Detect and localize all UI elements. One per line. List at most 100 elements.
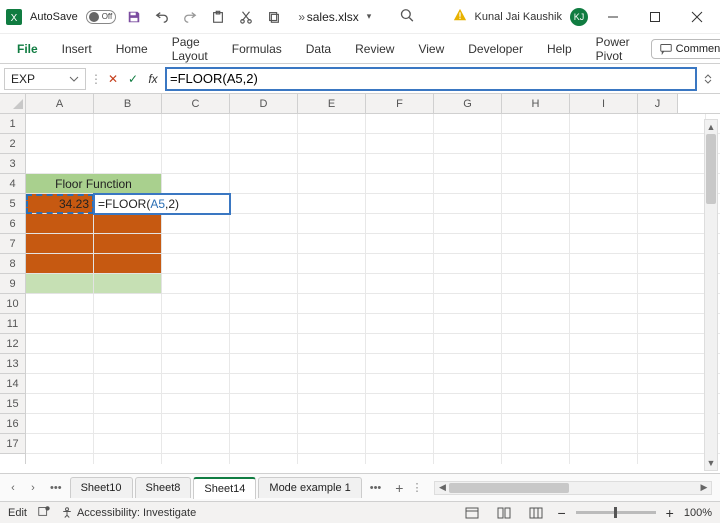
accept-edit-button[interactable]: ✓ [124, 70, 142, 88]
fx-grip-icon[interactable]: ⋮ [90, 72, 102, 86]
row-header[interactable]: 17 [0, 434, 25, 454]
col-header[interactable]: A [26, 94, 94, 113]
zoom-in-button[interactable]: + [666, 505, 674, 521]
row-header[interactable]: 1 [0, 114, 25, 134]
cell-a5[interactable]: 34.23 [26, 194, 94, 214]
col-header[interactable]: D [230, 94, 298, 113]
scroll-right-icon[interactable]: ▶ [697, 482, 711, 494]
avatar[interactable]: KJ [570, 8, 588, 26]
col-header[interactable]: B [94, 94, 162, 113]
tab-developer[interactable]: Developer [459, 38, 532, 60]
tab-power-pivot[interactable]: Power Pivot [587, 31, 639, 67]
col-header[interactable]: H [502, 94, 570, 113]
scroll-down-icon[interactable]: ▼ [705, 456, 717, 470]
cell-b8[interactable] [94, 254, 162, 274]
row-header[interactable]: 15 [0, 394, 25, 414]
tab-home[interactable]: Home [107, 38, 157, 60]
fx-icon[interactable]: fx [144, 70, 162, 88]
scroll-left-icon[interactable]: ◀ [435, 482, 449, 494]
cell-a6[interactable] [26, 214, 94, 234]
filename-dropdown-icon[interactable]: ▾ [367, 11, 372, 22]
warning-icon[interactable] [453, 8, 467, 25]
row-header[interactable]: 8 [0, 254, 25, 274]
tab-data[interactable]: Data [297, 38, 340, 60]
cell-b5-editing[interactable]: =FLOOR(A5,2) [94, 194, 230, 214]
cut-icon[interactable] [236, 7, 256, 27]
cell-b9[interactable] [94, 274, 162, 294]
tab-formulas[interactable]: Formulas [223, 38, 291, 60]
expand-formula-bar-icon[interactable] [700, 74, 716, 84]
cell-b6[interactable] [94, 214, 162, 234]
cell-a9[interactable] [26, 274, 94, 294]
redo-icon[interactable] [180, 7, 200, 27]
col-header[interactable]: I [570, 94, 638, 113]
row-header[interactable]: 4 [0, 174, 25, 194]
row-header[interactable]: 14 [0, 374, 25, 394]
cell-a7[interactable] [26, 234, 94, 254]
row-header[interactable]: 10 [0, 294, 25, 314]
view-page-break-icon[interactable] [525, 505, 547, 521]
sheet-trailing-more[interactable]: ••• [364, 482, 388, 494]
account-name[interactable]: Kunal Jai Kaushik [475, 11, 562, 23]
scroll-thumb[interactable] [706, 134, 716, 204]
cell-a8[interactable] [26, 254, 94, 274]
cell-b7[interactable] [94, 234, 162, 254]
col-header[interactable]: E [298, 94, 366, 113]
row-header[interactable]: 13 [0, 354, 25, 374]
sheet-nav-more[interactable]: ••• [44, 482, 68, 494]
row-header[interactable]: 16 [0, 414, 25, 434]
minimize-button[interactable] [596, 3, 630, 31]
zoom-slider[interactable] [576, 511, 656, 514]
row-header[interactable]: 12 [0, 334, 25, 354]
cancel-edit-button[interactable]: ✕ [104, 70, 122, 88]
macro-record-icon[interactable] [37, 504, 51, 521]
sheet-nav-prev[interactable]: ‹ [4, 482, 22, 494]
row-header[interactable]: 5 [0, 194, 25, 214]
tab-help[interactable]: Help [538, 38, 581, 60]
col-header[interactable]: J [638, 94, 678, 113]
tab-review[interactable]: Review [346, 38, 403, 60]
maximize-button[interactable] [638, 3, 672, 31]
formula-input[interactable] [166, 68, 696, 90]
name-box[interactable]: EXP [4, 68, 86, 90]
col-header[interactable]: G [434, 94, 502, 113]
vertical-scrollbar[interactable]: ▲ ▼ [704, 119, 718, 471]
row-header[interactable]: 3 [0, 154, 25, 174]
select-all-corner[interactable] [0, 94, 25, 114]
row-header[interactable]: 11 [0, 314, 25, 334]
search-icon[interactable] [399, 8, 413, 25]
undo-icon[interactable] [152, 7, 172, 27]
autosave-toggle[interactable]: Off [86, 10, 116, 24]
copy-icon[interactable] [264, 7, 284, 27]
col-header[interactable]: C [162, 94, 230, 113]
sheet-tab[interactable]: Sheet8 [135, 477, 192, 498]
close-button[interactable] [680, 3, 714, 31]
tab-page-layout[interactable]: Page Layout [163, 31, 217, 67]
row-header[interactable]: 9 [0, 274, 25, 294]
grid-body[interactable]: A B C D E F G H I J Floor Function 34.23… [26, 94, 720, 464]
sheet-nav-next[interactable]: › [24, 482, 42, 494]
sheet-tab[interactable]: Sheet10 [70, 477, 133, 498]
view-normal-icon[interactable] [461, 505, 483, 521]
col-header[interactable]: F [366, 94, 434, 113]
paste-icon[interactable] [208, 7, 228, 27]
view-page-layout-icon[interactable] [493, 505, 515, 521]
add-sheet-button[interactable]: + [389, 480, 409, 496]
filename[interactable]: sales.xlsx [307, 10, 359, 24]
scroll-up-icon[interactable]: ▲ [705, 120, 717, 134]
save-icon[interactable] [124, 7, 144, 27]
row-header[interactable]: 2 [0, 134, 25, 154]
zoom-out-button[interactable]: − [557, 505, 565, 521]
accessibility-button[interactable]: Accessibility: Investigate [61, 507, 196, 519]
cell-a4b4-merged[interactable]: Floor Function [26, 174, 162, 194]
tab-file[interactable]: File [8, 38, 47, 60]
sheet-tab-active[interactable]: Sheet14 [193, 477, 256, 499]
sheet-tab[interactable]: Mode example 1 [258, 477, 361, 498]
tab-view[interactable]: View [409, 38, 453, 60]
scroll-thumb[interactable] [449, 483, 569, 493]
zoom-slider-knob[interactable] [614, 507, 617, 518]
tab-insert[interactable]: Insert [53, 38, 101, 60]
horizontal-scrollbar[interactable]: ◀ ▶ [434, 481, 712, 495]
row-header[interactable]: 6 [0, 214, 25, 234]
comments-button[interactable]: Comments [651, 39, 720, 59]
